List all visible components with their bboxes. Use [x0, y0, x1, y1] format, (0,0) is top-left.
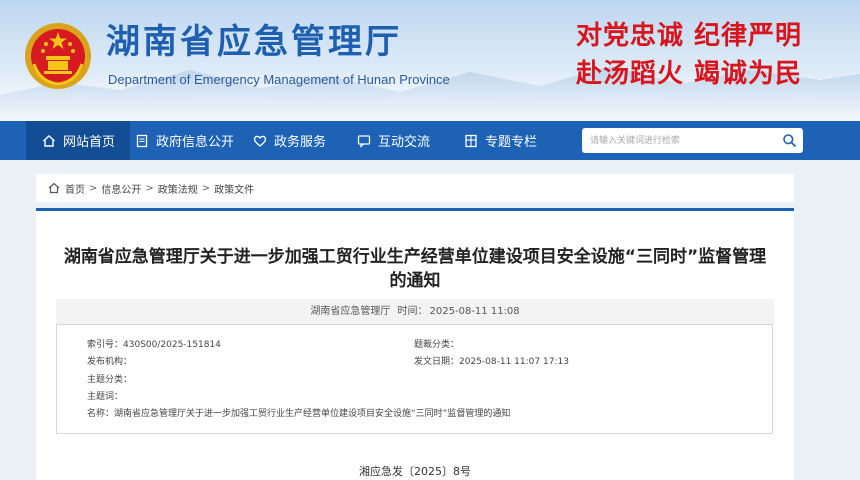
- site-subtitle: Department of Emergency Management of Hu…: [108, 72, 450, 87]
- info-issuer-label: 发布机构：: [87, 357, 133, 367]
- info-category: 题裁分类：: [414, 338, 459, 352]
- chat-icon: [357, 134, 371, 148]
- slogan-line-2: 赴汤蹈火 竭诚为民: [575, 59, 802, 89]
- nav-item-label: 政府信息公开: [156, 135, 235, 150]
- info-date-label: 发文日期：: [414, 357, 460, 367]
- info-index: 索引号：430S00/2025-151814: [87, 338, 221, 352]
- article-container: 湖南省应急管理厅关于进一步加强工贸行业生产经营单位建设项目安全设施“三同时”监督…: [36, 208, 794, 480]
- breadcrumb-separator: >: [89, 182, 98, 194]
- document-info-table: 索引号：430S00/2025-151814 题裁分类： 发布机构： 发文日期：…: [56, 324, 773, 434]
- nav-item-gov-services[interactable]: 政务服务: [253, 121, 326, 160]
- info-date: 发文日期：2025-08-11 11:07 17:13: [414, 355, 569, 369]
- heart-icon: [253, 135, 267, 147]
- info-keywords-label: 主题词：: [87, 392, 124, 402]
- breadcrumb-home[interactable]: 首页: [65, 181, 85, 196]
- slogan-line-1: 对党忠诚 纪律严明: [575, 21, 802, 51]
- breadcrumb-info-disclosure[interactable]: 信息公开: [101, 181, 141, 196]
- breadcrumb-policies-regulations[interactable]: 政策法规: [158, 181, 198, 196]
- nav-item-label: 专题专栏: [485, 135, 538, 150]
- nav-item-gov-info[interactable]: 政府信息公开: [135, 121, 234, 160]
- info-date-value: 2025-08-11 11:07 17:13: [459, 357, 569, 367]
- document-number: 湘应急发〔2025〕8号: [359, 465, 471, 478]
- nav-item-interaction[interactable]: 互动交流: [357, 121, 430, 160]
- info-topic-label: 主题分类：: [87, 375, 133, 385]
- nav-item-label: 互动交流: [378, 135, 431, 150]
- columns-icon: [465, 134, 477, 147]
- site-header: 湖南省应急管理厅 Department of Emergency Managem…: [0, 0, 860, 121]
- info-index-label: 索引号：: [87, 340, 124, 350]
- breadcrumb: 首页 > 信息公开 > 政策法规 > 政策文件: [36, 174, 794, 202]
- info-name-value: 湖南省应急管理厅关于进一步加强工贸行业生产经营单位建设项目安全设施“三同时”监督…: [114, 409, 511, 419]
- home-icon: [43, 134, 55, 147]
- article-meta: 湖南省应急管理厅 时间： 2025-08-11 11:08: [56, 299, 774, 325]
- info-category-label: 题裁分类：: [414, 340, 460, 350]
- breadcrumb-policy-documents[interactable]: 政策文件: [214, 181, 254, 196]
- info-index-value: 430S00/2025-151814: [123, 340, 221, 350]
- info-name-label: 名称：: [87, 409, 115, 419]
- article-time: 2025-08-11 11:08: [429, 306, 520, 317]
- search-input[interactable]: [590, 131, 770, 150]
- document-icon: [136, 134, 148, 147]
- info-name: 名称：湖南省应急管理厅关于进一步加强工贸行业生产经营单位建设项目安全设施“三同时…: [87, 407, 510, 421]
- breadcrumb-separator: >: [201, 182, 211, 194]
- info-topic: 主题分类：: [87, 373, 132, 387]
- nav-item-label: 政务服务: [274, 135, 327, 150]
- nav-item-label: 网站首页: [63, 135, 116, 150]
- article-title: 湖南省应急管理厅关于进一步加强工贸行业生产经营单位建设项目安全设施“三同时”监督…: [63, 247, 767, 291]
- article-time-label: 时间：: [397, 306, 428, 317]
- search-icon[interactable]: [782, 133, 797, 148]
- search-box: [582, 128, 803, 153]
- info-issuer: 发布机构：: [87, 355, 132, 369]
- nav-item-home[interactable]: 网站首页: [26, 121, 130, 160]
- site-title: 湖南省应急管理厅: [106, 22, 402, 62]
- breadcrumb-separator: >: [145, 182, 154, 194]
- national-emblem-icon: [25, 23, 91, 89]
- nav-item-special-topics[interactable]: 专题专栏: [464, 121, 537, 160]
- article-source: 湖南省应急管理厅: [310, 306, 391, 317]
- home-icon: [48, 182, 60, 194]
- info-keywords: 主题词：: [87, 390, 123, 404]
